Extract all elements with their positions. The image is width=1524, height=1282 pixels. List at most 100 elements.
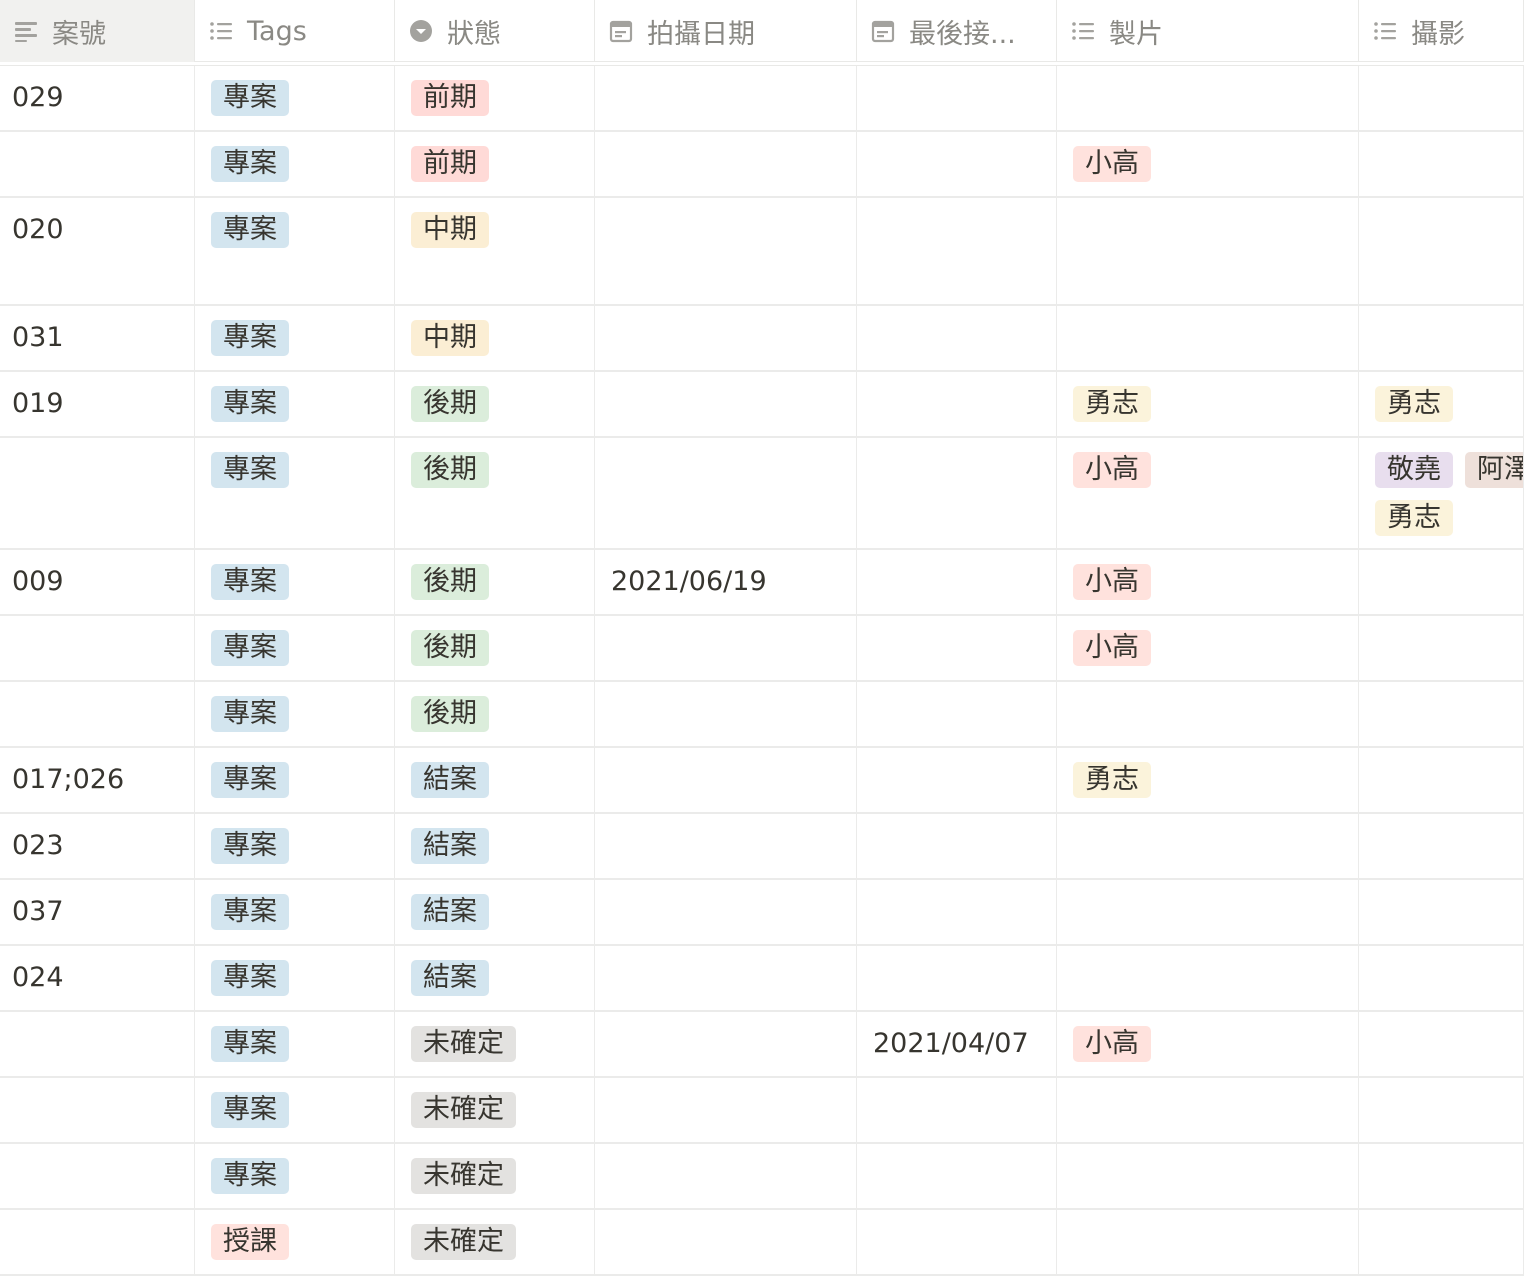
table-row[interactable]: 專案 後期 小高 <box>0 616 1524 682</box>
cell-photography[interactable] <box>1359 1078 1524 1142</box>
column-header-tags[interactable]: Tags <box>195 0 395 62</box>
cell-last_contact[interactable] <box>857 1210 1057 1274</box>
cell-photography[interactable] <box>1359 306 1524 370</box>
cell-id[interactable]: 019 <box>0 372 195 436</box>
cell-shoot_date[interactable] <box>595 946 857 1010</box>
cell-shoot_date[interactable] <box>595 748 857 812</box>
cell-id[interactable] <box>0 616 195 680</box>
table-row[interactable]: 019 專案 後期 勇志 勇志 <box>0 372 1524 438</box>
cell-last_contact[interactable] <box>857 372 1057 436</box>
column-header-shoot_date[interactable]: 拍攝日期 <box>595 0 857 62</box>
cell-id[interactable]: 017;026 <box>0 748 195 812</box>
cell-last_contact[interactable] <box>857 66 1057 130</box>
table-row[interactable]: 009 專案 後期 2021/06/19 小高 <box>0 550 1524 616</box>
cell-tags[interactable]: 專案 <box>195 814 395 878</box>
cell-tags[interactable]: 專案 <box>195 1144 395 1208</box>
cell-status[interactable]: 結案 <box>395 946 595 1010</box>
cell-status[interactable]: 前期 <box>395 66 595 130</box>
cell-last_contact[interactable] <box>857 1078 1057 1142</box>
table-row[interactable]: 037 專案 結案 <box>0 880 1524 946</box>
table-row[interactable]: 專案 前期 小高 <box>0 132 1524 198</box>
cell-photography[interactable] <box>1359 66 1524 130</box>
cell-id[interactable] <box>0 1012 195 1076</box>
cell-id[interactable]: 020 <box>0 198 195 304</box>
cell-photography[interactable] <box>1359 1012 1524 1076</box>
cell-tags[interactable]: 專案 <box>195 372 395 436</box>
cell-shoot_date[interactable] <box>595 880 857 944</box>
cell-id[interactable] <box>0 1144 195 1208</box>
cell-last_contact[interactable] <box>857 814 1057 878</box>
cell-last_contact[interactable] <box>857 1144 1057 1208</box>
cell-shoot_date[interactable]: 2021/06/19 <box>595 550 857 614</box>
cell-id[interactable]: 037 <box>0 880 195 944</box>
cell-production[interactable]: 小高 <box>1057 438 1359 548</box>
cell-last_contact[interactable] <box>857 616 1057 680</box>
cell-production[interactable] <box>1057 306 1359 370</box>
cell-tags[interactable]: 授課 <box>195 1210 395 1274</box>
cell-production[interactable]: 勇志 <box>1057 748 1359 812</box>
table-row[interactable]: 031 專案 中期 <box>0 306 1524 372</box>
cell-shoot_date[interactable] <box>595 306 857 370</box>
table-row[interactable]: 專案 未確定 <box>0 1144 1524 1210</box>
cell-photography[interactable] <box>1359 1210 1524 1274</box>
cell-last_contact[interactable] <box>857 306 1057 370</box>
column-header-last_contact[interactable]: 最後接... <box>857 0 1057 62</box>
cell-id[interactable] <box>0 132 195 196</box>
cell-tags[interactable]: 專案 <box>195 682 395 746</box>
cell-status[interactable]: 後期 <box>395 550 595 614</box>
cell-tags[interactable]: 專案 <box>195 616 395 680</box>
cell-production[interactable] <box>1057 880 1359 944</box>
column-header-photography[interactable]: 攝影 <box>1359 0 1524 62</box>
cell-last_contact[interactable] <box>857 748 1057 812</box>
table-row[interactable]: 029 專案 前期 <box>0 66 1524 132</box>
cell-tags[interactable]: 專案 <box>195 1078 395 1142</box>
cell-production[interactable] <box>1057 66 1359 130</box>
cell-photography[interactable] <box>1359 880 1524 944</box>
column-header-production[interactable]: 製片 <box>1057 0 1359 62</box>
cell-status[interactable]: 結案 <box>395 814 595 878</box>
cell-photography[interactable] <box>1359 946 1524 1010</box>
table-row[interactable]: 023 專案 結案 <box>0 814 1524 880</box>
cell-photography[interactable] <box>1359 616 1524 680</box>
cell-id[interactable] <box>0 682 195 746</box>
cell-production[interactable] <box>1057 946 1359 1010</box>
cell-photography[interactable] <box>1359 1144 1524 1208</box>
table-row[interactable]: 授課 未確定 <box>0 1210 1524 1276</box>
cell-photography[interactable] <box>1359 682 1524 746</box>
cell-id[interactable] <box>0 1078 195 1142</box>
cell-status[interactable]: 中期 <box>395 306 595 370</box>
cell-shoot_date[interactable] <box>595 682 857 746</box>
table-row[interactable]: 017;026 專案 結案 勇志 <box>0 748 1524 814</box>
cell-last_contact[interactable] <box>857 946 1057 1010</box>
cell-status[interactable]: 後期 <box>395 438 595 548</box>
cell-photography[interactable] <box>1359 132 1524 196</box>
cell-photography[interactable] <box>1359 550 1524 614</box>
cell-photography[interactable]: 敬堯阿澤勇志 <box>1359 438 1524 548</box>
cell-tags[interactable]: 專案 <box>195 1012 395 1076</box>
table-row[interactable]: 專案 後期 小高 敬堯阿澤勇志 <box>0 438 1524 550</box>
column-header-status[interactable]: 狀態 <box>395 0 595 62</box>
cell-last_contact[interactable] <box>857 550 1057 614</box>
cell-shoot_date[interactable] <box>595 1012 857 1076</box>
cell-shoot_date[interactable] <box>595 66 857 130</box>
cell-production[interactable]: 小高 <box>1057 550 1359 614</box>
cell-id[interactable]: 009 <box>0 550 195 614</box>
table-row[interactable]: 024 專案 結案 <box>0 946 1524 1012</box>
cell-tags[interactable]: 專案 <box>195 66 395 130</box>
cell-production[interactable]: 小高 <box>1057 1012 1359 1076</box>
cell-status[interactable]: 結案 <box>395 880 595 944</box>
cell-tags[interactable]: 專案 <box>195 306 395 370</box>
cell-shoot_date[interactable] <box>595 132 857 196</box>
column-header-id[interactable]: 案號 <box>0 0 195 62</box>
cell-tags[interactable]: 專案 <box>195 132 395 196</box>
cell-status[interactable]: 未確定 <box>395 1144 595 1208</box>
cell-production[interactable] <box>1057 1144 1359 1208</box>
cell-status[interactable]: 後期 <box>395 372 595 436</box>
table-row[interactable]: 020 專案 中期 <box>0 198 1524 306</box>
cell-status[interactable]: 未確定 <box>395 1012 595 1076</box>
cell-status[interactable]: 結案 <box>395 748 595 812</box>
cell-production[interactable]: 小高 <box>1057 132 1359 196</box>
cell-tags[interactable]: 專案 <box>195 880 395 944</box>
cell-shoot_date[interactable] <box>595 1144 857 1208</box>
cell-shoot_date[interactable] <box>595 1210 857 1274</box>
